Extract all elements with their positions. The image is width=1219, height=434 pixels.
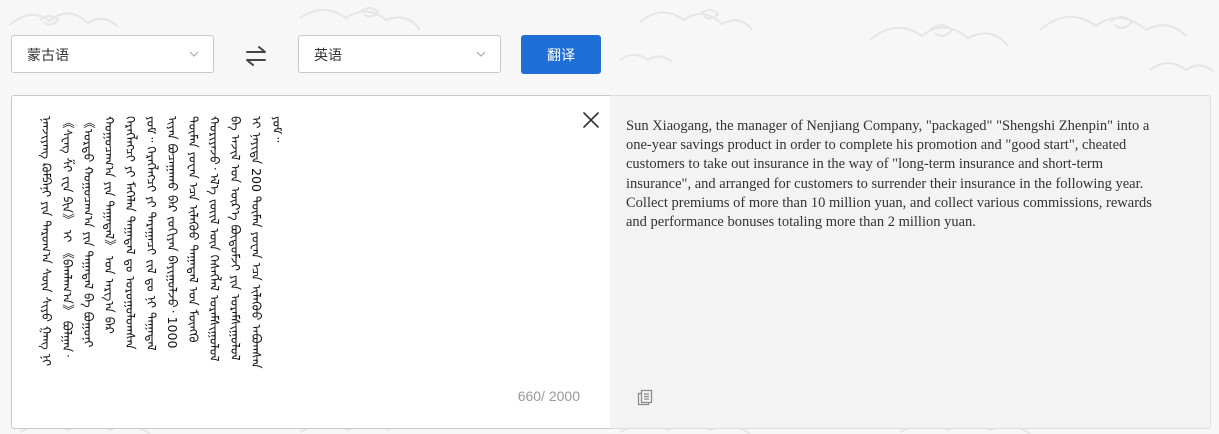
source-text-panel: ᠨᠡᠨᠵᠢᠶᠠᠩ ᠺᠣᠮᠫᠠᠨᠢ ᠶᠢᠨ ᠳᠠᠷᠤᠭ᠎ᠠ ᠰᠦᠨ ᠰᠢᠶᠣ ᠭᠠ… xyxy=(11,95,611,429)
character-count: 660/ 2000 xyxy=(517,388,580,404)
copy-icon[interactable] xyxy=(636,388,654,406)
translation-result-panel: Sun Xiaogang, the manager of Nenjiang Co… xyxy=(610,95,1211,429)
target-language-select[interactable]: 英语 xyxy=(298,35,501,73)
translation-result-text: Sun Xiaogang, the manager of Nenjiang Co… xyxy=(626,118,1152,231)
swap-arrows-icon[interactable] xyxy=(243,43,269,69)
source-text-input[interactable]: ᠨᠡᠨᠵᠢᠶᠠᠩ ᠺᠣᠮᠫᠠᠨᠢ ᠶᠢᠨ ᠳᠠᠷᠤᠭ᠎ᠠ ᠰᠦᠨ ᠰᠢᠶᠣ ᠭᠠ… xyxy=(36,116,336,371)
source-language-select[interactable]: 蒙古语 xyxy=(11,35,214,73)
chevron-down-icon xyxy=(476,51,486,57)
close-icon[interactable] xyxy=(580,109,602,131)
translate-button[interactable]: 翻译 xyxy=(521,35,601,74)
target-language-value: 英语 xyxy=(314,47,342,63)
source-language-value: 蒙古语 xyxy=(27,47,69,63)
chevron-down-icon xyxy=(189,51,199,57)
